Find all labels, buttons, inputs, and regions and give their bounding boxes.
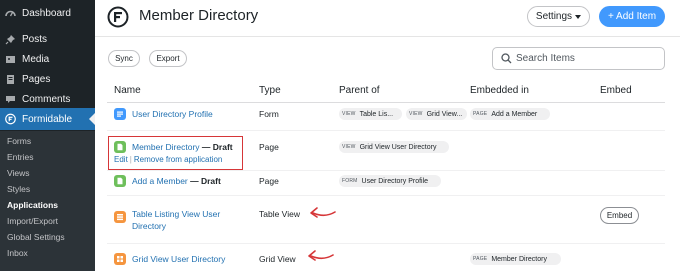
column-header-type: Type: [259, 85, 281, 96]
sidebar-item-pages[interactable]: Pages: [0, 68, 95, 90]
row-name-line2: Directory: [132, 221, 167, 231]
row-type: Grid View: [259, 254, 296, 264]
column-header-embedded-in: Embedded in: [470, 85, 529, 96]
row-divider: [107, 243, 665, 244]
formidable-icon: [5, 113, 16, 125]
sidebar-label: Dashboard: [22, 7, 71, 19]
parent-of-tag[interactable]: VIEW Grid View User Directory: [339, 141, 449, 153]
tag-label: Grid View...: [426, 110, 463, 118]
settings-label: Settings: [535, 11, 573, 22]
main-content: Member Directory Settings + Add Item Syn…: [95, 0, 680, 271]
row-type: Page: [259, 142, 279, 152]
row-type: Table View: [259, 209, 300, 219]
submenu-item-entries[interactable]: Entries: [7, 152, 33, 162]
search-box[interactable]: [492, 47, 665, 70]
search-icon: [501, 53, 512, 64]
formidable-submenu: Forms Entries Views Styles Applications …: [0, 131, 95, 271]
page-header: Member Directory Settings + Add Item: [95, 0, 680, 36]
column-header-parent-of: Parent of: [339, 85, 380, 96]
comments-icon: [5, 94, 16, 105]
dashboard-icon: [5, 8, 16, 19]
export-button[interactable]: Export: [149, 50, 187, 67]
annotation-arrow-icon: [310, 207, 336, 218]
tag-label: Table Lis...: [359, 110, 394, 118]
pin-icon: [5, 34, 16, 45]
form-icon: [114, 108, 126, 120]
table-header-divider: [107, 102, 665, 103]
settings-dropdown-button[interactable]: Settings: [527, 6, 590, 27]
parent-of-tag[interactable]: VIEW Table Lis...: [339, 108, 402, 120]
embedded-in-tag[interactable]: PAGE Member Directory: [470, 253, 561, 265]
sidebar-item-media[interactable]: Media: [0, 48, 95, 70]
media-icon: [5, 54, 16, 65]
submenu-item-global-settings[interactable]: Global Settings: [7, 232, 65, 242]
submenu-item-views[interactable]: Views: [7, 168, 30, 178]
submenu-item-forms[interactable]: Forms: [7, 136, 31, 146]
embed-button[interactable]: Embed: [600, 207, 639, 224]
submenu-item-styles[interactable]: Styles: [7, 184, 30, 194]
submenu-item-import-export[interactable]: Import/Export: [7, 216, 58, 226]
add-item-button[interactable]: + Add Item: [599, 6, 665, 27]
tag-label: Grid View User Directory: [359, 143, 437, 151]
tag-kind: FORM: [342, 178, 358, 184]
search-input[interactable]: [516, 53, 656, 64]
tag-kind: VIEW: [342, 111, 356, 117]
tag-kind: PAGE: [473, 256, 488, 262]
page-title: Member Directory: [139, 7, 259, 24]
sidebar-item-formidable[interactable]: Formidable: [0, 108, 95, 130]
sidebar-label: Posts: [22, 33, 48, 45]
submenu-item-applications[interactable]: Applications: [7, 200, 58, 210]
row-name-line1: Table Listing View User: [132, 209, 221, 219]
sidebar-item-posts[interactable]: Posts: [0, 28, 95, 50]
column-header-embed: Embed: [600, 85, 632, 96]
annotation-arrow-icon: [308, 250, 334, 261]
pages-icon: [5, 74, 16, 85]
row-name-link[interactable]: Table Listing View User Directory: [132, 208, 220, 232]
submenu-item-inbox[interactable]: Inbox: [7, 248, 28, 258]
row-name-link[interactable]: Add a Member — Draft: [132, 175, 221, 187]
tag-label: Add a Member: [491, 110, 538, 118]
column-header-name: Name: [114, 85, 141, 96]
draft-label: — Draft: [187, 176, 221, 186]
tag-kind: VIEW: [342, 144, 356, 150]
tag-kind: VIEW: [409, 111, 423, 117]
row-type: Form: [259, 109, 279, 119]
row-divider: [107, 195, 665, 196]
embedded-in-tag[interactable]: PAGE Add a Member: [470, 108, 550, 120]
header-divider: [95, 36, 680, 37]
sidebar-label: Comments: [22, 93, 71, 105]
formidable-logo-icon: [107, 6, 129, 28]
row-type: Page: [259, 176, 279, 186]
view-icon: [114, 253, 126, 265]
row-name-link[interactable]: User Directory Profile: [132, 108, 213, 120]
tag-label: User Directory Profile: [361, 177, 429, 185]
sidebar-item-comments[interactable]: Comments: [0, 88, 95, 110]
parent-of-tag[interactable]: FORM User Directory Profile: [339, 175, 441, 187]
row-divider: [107, 170, 665, 171]
row-name-link[interactable]: Grid View User Directory: [132, 253, 225, 265]
sidebar-label: Formidable: [22, 113, 73, 125]
sync-button[interactable]: Sync: [108, 50, 140, 67]
admin-sidebar: Dashboard Posts Media Pages Comments For…: [0, 0, 95, 271]
sidebar-label: Media: [22, 53, 50, 65]
page-icon: [114, 175, 126, 187]
row-divider: [107, 130, 665, 131]
view-icon: [114, 211, 126, 223]
tag-kind: PAGE: [473, 111, 488, 117]
sidebar-label: Pages: [22, 73, 51, 85]
highlight-box: [108, 136, 243, 170]
tag-label: Member Directory: [491, 255, 547, 263]
row-name: Add a Member: [132, 176, 188, 186]
sidebar-item-dashboard[interactable]: Dashboard: [0, 2, 95, 24]
parent-of-tag[interactable]: VIEW Grid View...: [406, 108, 467, 120]
caret-down-icon: [575, 14, 582, 19]
